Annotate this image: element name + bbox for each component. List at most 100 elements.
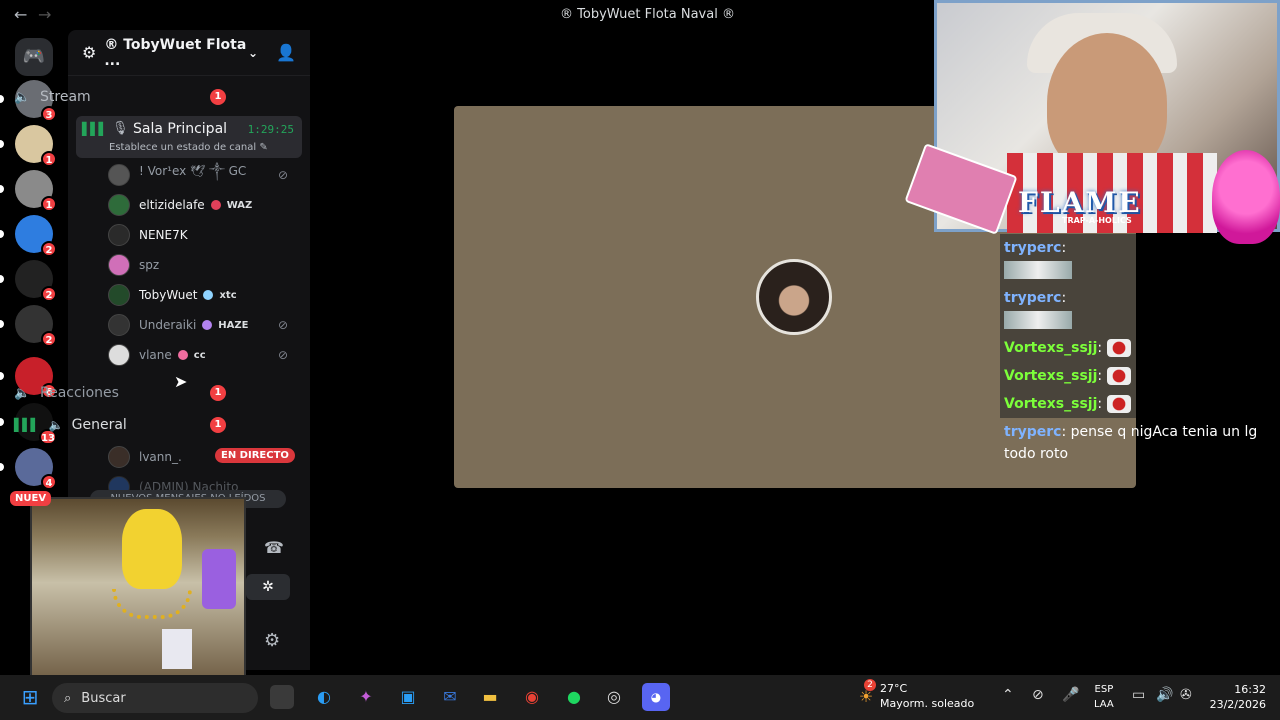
spotify-icon[interactable]: ● — [560, 683, 588, 711]
voice-activity-icon: ▌▌▌ — [14, 418, 40, 432]
chrome-icon[interactable]: ◉ — [518, 683, 546, 711]
mention-badge: 1 — [41, 151, 57, 167]
server-header[interactable]: ⚙ ® TobyWuet Flota ... ⌄ 👤 — [68, 30, 310, 76]
edge-browser-icon[interactable]: ◐ — [310, 683, 338, 711]
mention-badge: 3 — [41, 106, 57, 122]
soundboard-icon[interactable]: ✲ — [246, 574, 290, 600]
voice-activity-icon: ▌▌▌ — [82, 122, 108, 136]
clan-tag-icon — [177, 350, 188, 360]
clan-tag-icon — [210, 200, 221, 210]
search-placeholder: Buscar — [81, 690, 126, 706]
voice-channel-icon: 🔈 — [48, 418, 64, 432]
display-icon[interactable]: ▭ — [1132, 687, 1145, 703]
member-name: eltizidelafe — [139, 198, 205, 212]
muted-mic-icon: ⊘ — [278, 318, 289, 332]
homer-overlay-image — [30, 497, 246, 687]
voice-member[interactable]: NENE7K — [108, 222, 188, 248]
channel-reacciones[interactable]: 🔈 Reacciones 1 — [8, 383, 234, 403]
voice-member[interactable]: eltizidelafe WAZ — [108, 192, 252, 218]
mention-badge: 2 — [41, 331, 57, 347]
chat-emote-icon — [1004, 261, 1072, 279]
chevron-up-icon[interactable]: ⌃ — [1002, 687, 1014, 703]
mention-badge: 2 — [41, 286, 57, 302]
disconnect-icon[interactable]: ☎ — [264, 538, 284, 557]
channel-status[interactable]: Establece un estado de canal ✎ — [109, 142, 268, 153]
server-icon[interactable]: 1 — [0, 125, 57, 167]
channel-general[interactable]: ▌▌▌ 🔈 General 1 — [8, 415, 234, 435]
chat-separator: : — [1061, 290, 1067, 306]
chevron-down-icon[interactable]: ⌄ — [248, 46, 258, 60]
obs-icon[interactable]: ◎ — [600, 683, 628, 711]
back-arrow-icon[interactable]: ← — [14, 5, 27, 24]
member-name: TobyWuet — [139, 288, 198, 302]
server-icon[interactable]: 4 — [0, 448, 57, 490]
member-name: NENE7K — [139, 228, 188, 242]
discord-taskbar-icon[interactable]: ◕ — [642, 683, 670, 711]
flame-subtitle: TRAP-A-HOLICS — [1062, 216, 1132, 225]
chat-message: Vortexs_ssjj: — [1000, 362, 1136, 390]
chat-separator: : — [1061, 240, 1067, 256]
chat-username: tryperc — [1004, 240, 1062, 256]
voice-member[interactable]: vlane cc ⊘ — [108, 342, 288, 368]
discord-home-icon[interactable]: 🎮 — [15, 38, 53, 76]
voice-member[interactable]: lvann_. — [108, 444, 182, 470]
server-icon[interactable]: 1 — [0, 170, 57, 212]
unread-badge: 1 — [210, 417, 226, 433]
weather-temp: 27°C — [880, 682, 908, 695]
network-off-icon[interactable]: ⊘ — [1032, 687, 1044, 703]
lang-code: ESP — [1094, 684, 1114, 695]
microphone-icon[interactable]: 🎤 — [1062, 687, 1079, 703]
channel-stream[interactable]: 🔈 Stream 1 — [8, 87, 234, 107]
stage-icon: 🎙 — [112, 121, 129, 136]
file-explorer-icon[interactable]: ▬ — [476, 683, 504, 711]
forward-arrow-icon[interactable]: → — [38, 5, 51, 24]
voice-member[interactable]: TobyWuet xtc — [108, 282, 237, 308]
server-settings-icon[interactable]: ⚙ — [82, 43, 96, 62]
chat-emote-icon — [1004, 311, 1072, 329]
voice-member[interactable]: ! Vor¹ex 🕊 ༒ GC ⊘ — [108, 162, 288, 188]
server-icon[interactable]: 2 — [0, 215, 57, 257]
member-name: ! Vor¹ex 🕊 ༒ GC — [139, 164, 247, 178]
chat-username: Vortexs_ssjj — [1004, 340, 1098, 356]
muted-mic-icon: ⊘ — [278, 348, 289, 362]
chat-username: Vortexs_ssjj — [1004, 368, 1098, 384]
notification-icon[interactable]: ✇ — [1180, 687, 1192, 703]
stream-chat-overlay: tryperc: tryperc: Vortexs_ssjj: Vortexs_… — [1000, 234, 1270, 468]
chat-emote-icon — [1106, 395, 1131, 413]
voice-channel-icon: 🔈 — [14, 385, 31, 401]
mention-badge: 4 — [41, 474, 57, 490]
task-view-icon[interactable] — [270, 685, 294, 709]
speaker-avatar — [756, 259, 832, 335]
clan-tag: WAZ — [226, 199, 253, 211]
member-name: spz — [139, 258, 160, 272]
server-icon[interactable]: 2 — [0, 305, 57, 347]
mouse-cursor-icon: ➤ — [174, 372, 188, 391]
invite-people-icon[interactable]: 👤 — [276, 43, 296, 62]
voice-member[interactable]: Underaiki HAZE ⊘ — [108, 312, 288, 338]
voice-member[interactable]: spz — [108, 252, 159, 278]
avatar — [108, 284, 130, 306]
clock-date: 23/2/2026 — [1209, 698, 1266, 711]
buddha-sticker-icon — [1212, 150, 1280, 244]
channel-sala-principal[interactable]: ▌▌▌ 🎙 Sala Principal 1:29:25 Establece u… — [76, 116, 302, 158]
chat-message: tryperc: — [1000, 234, 1136, 284]
copilot-icon[interactable]: ✦ — [352, 683, 380, 711]
store-icon[interactable]: ▣ — [394, 683, 422, 711]
chat-username: tryperc — [1004, 290, 1062, 306]
volume-icon[interactable]: 🔊 — [1156, 687, 1173, 703]
outlook-icon[interactable]: ✉ — [436, 683, 464, 711]
chat-emote-icon — [1106, 339, 1131, 357]
system-clock[interactable]: 16:32 23/2/2026 — [1210, 682, 1266, 712]
flame-logo: FLAME — [1018, 186, 1142, 219]
language-indicator[interactable]: ESP LAA — [1094, 682, 1114, 712]
clan-tag: xtc — [219, 289, 237, 301]
weather-widget[interactable]: 27°C Mayorm. soleado — [880, 681, 974, 711]
chat-separator: : — [1097, 368, 1107, 384]
windows-start-icon[interactable]: ⊞ — [16, 683, 44, 711]
taskbar-search[interactable]: ⌕ Buscar — [52, 683, 258, 713]
channel-label: General — [71, 417, 127, 433]
user-settings-gear-icon[interactable]: ⚙ — [264, 630, 280, 651]
avatar — [108, 446, 130, 468]
channel-label: Sala Principal — [133, 121, 228, 137]
server-icon[interactable]: 2 — [0, 260, 57, 302]
